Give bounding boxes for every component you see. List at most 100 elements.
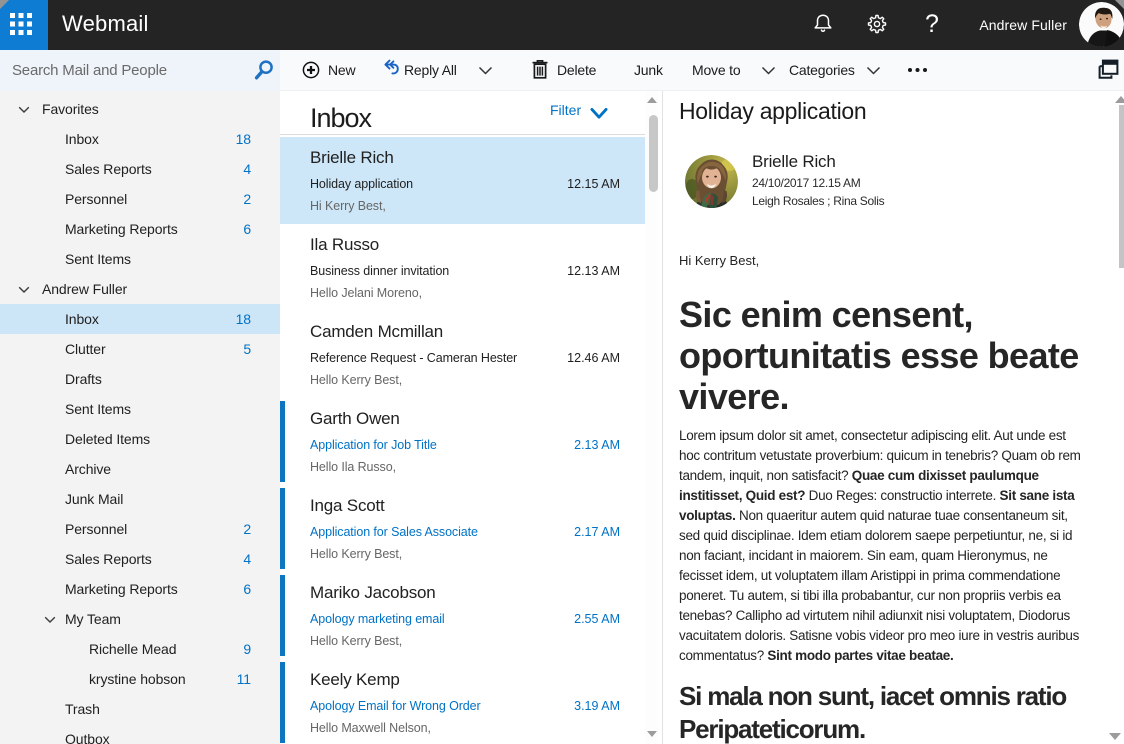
folder-label: Sales Reports	[65, 544, 152, 574]
folder-label: Sent Items	[65, 394, 131, 424]
folder-sidebar: Favorites Inbox 18 Sales Reports 4 Personnel 2…	[0, 91, 280, 744]
message-list-pane: Inbox Filter Brielle Rich Holiday applica…	[280, 91, 662, 744]
user-avatar[interactable]	[1079, 2, 1124, 47]
sidebar-item-sent-items[interactable]: Sent Items	[0, 244, 280, 274]
help-icon[interactable]: ?	[925, 0, 939, 50]
message-sender: Mariko Jacobson	[310, 583, 436, 603]
sidebar-item-trash[interactable]: Trash	[0, 694, 280, 724]
scroll-up-arrow-icon[interactable]	[647, 97, 657, 103]
message-list-scrollbar[interactable]	[645, 91, 658, 744]
categories-button[interactable]: Categories	[789, 50, 855, 91]
notifications-icon[interactable]	[813, 13, 833, 33]
new-button[interactable]: New	[328, 50, 355, 91]
sender-avatar[interactable]	[685, 155, 738, 208]
sidebar-item-personnel[interactable]: Personnel 2	[0, 514, 280, 544]
sidebar-item-deleted-items[interactable]: Deleted Items	[0, 424, 280, 454]
message-list: Brielle RichHoliday application12.15 AMH…	[280, 137, 645, 744]
junk-button[interactable]: Junk	[634, 50, 663, 91]
folder-label: Inbox	[65, 304, 99, 334]
sidebar-item-personnel[interactable]: Personnel2	[0, 184, 280, 214]
folder-label: Personnel	[65, 514, 127, 544]
sidebar-item-my-team[interactable]: My Team	[0, 604, 280, 634]
sidebar-item-sales-reports[interactable]: Sales Reports4	[0, 154, 280, 184]
unread-count: 4	[243, 544, 251, 574]
message-preview: Hello Jelani Moreno,	[310, 286, 422, 300]
folder-label: My Team	[65, 604, 121, 634]
unread-count: 18	[236, 304, 251, 334]
message-list-header: Inbox Filter	[280, 91, 655, 135]
unread-count: 11	[237, 664, 251, 694]
search-icon[interactable]	[251, 57, 277, 84]
message-recipients: Leigh Rosales ; Rina Solis	[752, 194, 884, 208]
reading-pane-icon[interactable]	[1097, 58, 1120, 81]
unread-indicator	[280, 662, 285, 743]
message-preview: Hello Kerry Best,	[310, 634, 402, 648]
message-sender: Ila Russo	[310, 235, 379, 255]
sidebar-item-inbox[interactable]: Inbox18	[0, 124, 280, 154]
filter-chevron-icon[interactable]	[588, 107, 610, 120]
user-name[interactable]: Andrew Fuller	[979, 0, 1067, 50]
sidebar-item-sales-reports[interactable]: Sales Reports 4	[0, 544, 280, 574]
reading-scrollbar-thumb[interactable]	[1119, 105, 1124, 268]
unread-indicator	[280, 575, 285, 656]
message-row-mariko-jacobson[interactable]: Mariko JacobsonApology marketing email2.…	[280, 572, 645, 659]
sidebar-item-drafts[interactable]: Drafts	[0, 364, 280, 394]
sidebar-section-andrew-fuller[interactable]: Andrew Fuller	[0, 274, 280, 304]
settings-icon[interactable]	[867, 14, 887, 34]
delete-button[interactable]: Delete	[557, 50, 596, 91]
scrollbar-thumb[interactable]	[649, 115, 658, 192]
reading-scroll-up-arrow-icon[interactable]	[1115, 96, 1124, 103]
folder-label: Favorites	[42, 94, 99, 124]
more-commands-icon[interactable]	[906, 66, 930, 74]
unread-count: 5	[243, 334, 251, 364]
message-row-garth-owen[interactable]: Garth OwenApplication for Job Title2.13 …	[280, 398, 645, 485]
message-sender: Brielle Rich	[310, 148, 394, 168]
reply-all-dropdown-chevron-icon[interactable]	[478, 66, 493, 76]
message-subheading: Si mala non sunt, iacet omnis ratio Peri…	[679, 680, 1091, 744]
move-to-chevron-icon[interactable]	[761, 66, 776, 76]
chevron-down-icon	[44, 616, 56, 624]
message-time: 2.17 AM	[574, 525, 620, 539]
sidebar-item-krystine-hobson[interactable]: krystine hobson11	[0, 664, 280, 694]
reply-all-button[interactable]: Reply All	[404, 50, 457, 91]
scroll-down-arrow-icon[interactable]	[647, 731, 657, 737]
reply-all-icon[interactable]	[383, 59, 400, 76]
message-row-camden-mcmillan[interactable]: Camden McmillanReference Request - Camer…	[280, 311, 645, 398]
sidebar-item-outbox[interactable]: Outbox	[0, 724, 280, 744]
unread-count: 6	[243, 574, 251, 604]
sidebar-item-richelle-mead[interactable]: Richelle Mead9	[0, 634, 280, 664]
reading-scroll-down-arrow-icon[interactable]	[1109, 733, 1121, 740]
search-input[interactable]: Search Mail and People	[0, 50, 280, 91]
unread-count: 18	[236, 124, 251, 154]
folder-label: Archive	[65, 454, 111, 484]
folder-label: Junk Mail	[65, 484, 123, 514]
sidebar-item-inbox[interactable]: Inbox 18	[0, 304, 280, 334]
folder-label: Andrew Fuller	[42, 274, 127, 304]
message-sender: Camden Mcmillan	[310, 322, 443, 342]
message-preview: Hello Kerry Best,	[310, 547, 402, 561]
sidebar-item-sent-items[interactable]: Sent Items	[0, 394, 280, 424]
message-row-inga-scott[interactable]: Inga ScottApplication for Sales Associat…	[280, 485, 645, 572]
folder-title: Inbox	[310, 103, 371, 134]
filter-button[interactable]: Filter	[550, 102, 581, 118]
sidebar-section-favorites[interactable]: Favorites	[0, 94, 280, 124]
sender-avatar-photo	[685, 155, 738, 208]
message-subject: Holiday application	[310, 177, 413, 191]
sidebar-item-junk-mail[interactable]: Junk Mail	[0, 484, 280, 514]
categories-chevron-icon[interactable]	[866, 66, 881, 76]
message-row-keely-kemp[interactable]: Keely KempApology Email for Wrong Order3…	[280, 659, 645, 744]
sidebar-item-marketing-reports[interactable]: Marketing Reports6	[0, 574, 280, 604]
app-launcher-button[interactable]	[0, 0, 48, 50]
message-row-brielle-rich[interactable]: Brielle RichHoliday application12.15 AMH…	[280, 137, 645, 224]
move-to-button[interactable]: Move to	[692, 50, 740, 91]
sidebar-item-clutter[interactable]: Clutter5	[0, 334, 280, 364]
sidebar-item-marketing-reports[interactable]: Marketing Reports6	[0, 214, 280, 244]
unread-count: 2	[243, 514, 251, 544]
sidebar-item-archive[interactable]: Archive	[0, 454, 280, 484]
new-icon[interactable]	[302, 61, 320, 79]
message-row-ila-russo[interactable]: Ila RussoBusiness dinner invitation12.13…	[280, 224, 645, 311]
delete-icon[interactable]	[531, 59, 549, 80]
message-subject: Apology Email for Wrong Order	[310, 699, 481, 713]
unread-count: 2	[243, 184, 251, 214]
folder-label: Sent Items	[65, 244, 131, 274]
